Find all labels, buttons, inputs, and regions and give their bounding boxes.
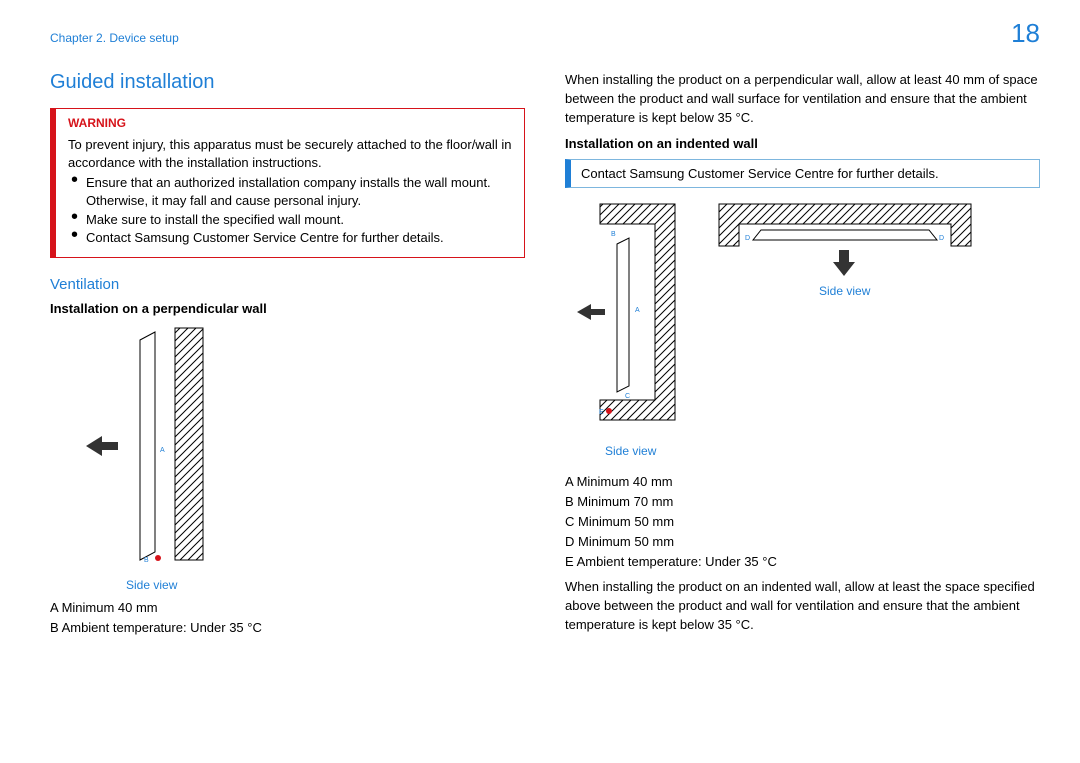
- warning-bullet: Ensure that an authorized installation c…: [86, 174, 514, 210]
- legend-row: C Minimum 50 mm: [565, 512, 1040, 532]
- section-title: Guided installation: [50, 71, 525, 94]
- legend-row: E Ambient temperature: Under 35 °C: [565, 552, 1040, 572]
- perpendicular-diagram: A B Side view: [80, 324, 525, 592]
- warning-bullet: Make sure to install the specified wall …: [86, 211, 514, 229]
- left-column: Guided installation Warning To prevent i…: [50, 71, 525, 643]
- perpendicular-legend: A Minimum 40 mm B Ambient temperature: U…: [50, 598, 525, 638]
- side-view-caption: Side view: [605, 444, 695, 458]
- diagram-label-b: B: [144, 557, 149, 564]
- indented-legend: A Minimum 40 mm B Minimum 70 mm C Minimu…: [565, 472, 1040, 573]
- diagram-label-d: D: [939, 235, 944, 242]
- red-dot-icon: [606, 408, 612, 414]
- indented-diagram: B A C E Side view: [575, 200, 1040, 458]
- info-box: Contact Samsung Customer Service Centre …: [565, 159, 1040, 188]
- indented-title: Installation on an indented wall: [565, 136, 1040, 151]
- legend-row: B Ambient temperature: Under 35 °C: [50, 618, 525, 638]
- right-intro: When installing the product on a perpend…: [565, 71, 1040, 128]
- warning-intro: To prevent injury, this apparatus must b…: [68, 136, 514, 172]
- warning-bullet: Contact Samsung Customer Service Centre …: [86, 229, 514, 247]
- diagram-label-b: B: [611, 231, 616, 238]
- chapter-label: Chapter 2. Device setup: [50, 31, 179, 45]
- ventilation-heading: Ventilation: [50, 276, 525, 293]
- red-dot-icon: [155, 555, 161, 561]
- legend-row: D Minimum 50 mm: [565, 532, 1040, 552]
- diagram-label-c: C: [625, 393, 630, 400]
- side-view-caption: Side view: [819, 284, 975, 298]
- page-number: 18: [1011, 18, 1040, 49]
- legend-row: A Minimum 40 mm: [565, 472, 1040, 492]
- perpendicular-title: Installation on a perpendicular wall: [50, 301, 525, 316]
- diagram-label-a: A: [160, 447, 165, 454]
- warning-box: Warning To prevent injury, this apparatu…: [50, 108, 525, 258]
- indented-outro: When installing the product on an indent…: [565, 578, 1040, 635]
- legend-row: B Minimum 70 mm: [565, 492, 1040, 512]
- diagram-label-e: E: [599, 409, 604, 416]
- warning-title: Warning: [68, 115, 514, 132]
- side-view-caption: Side view: [126, 578, 177, 592]
- diagram-label-d: D: [745, 235, 750, 242]
- diagram-label-a: A: [635, 307, 640, 314]
- right-column: When installing the product on a perpend…: [565, 71, 1040, 643]
- legend-row: A Minimum 40 mm: [50, 598, 525, 618]
